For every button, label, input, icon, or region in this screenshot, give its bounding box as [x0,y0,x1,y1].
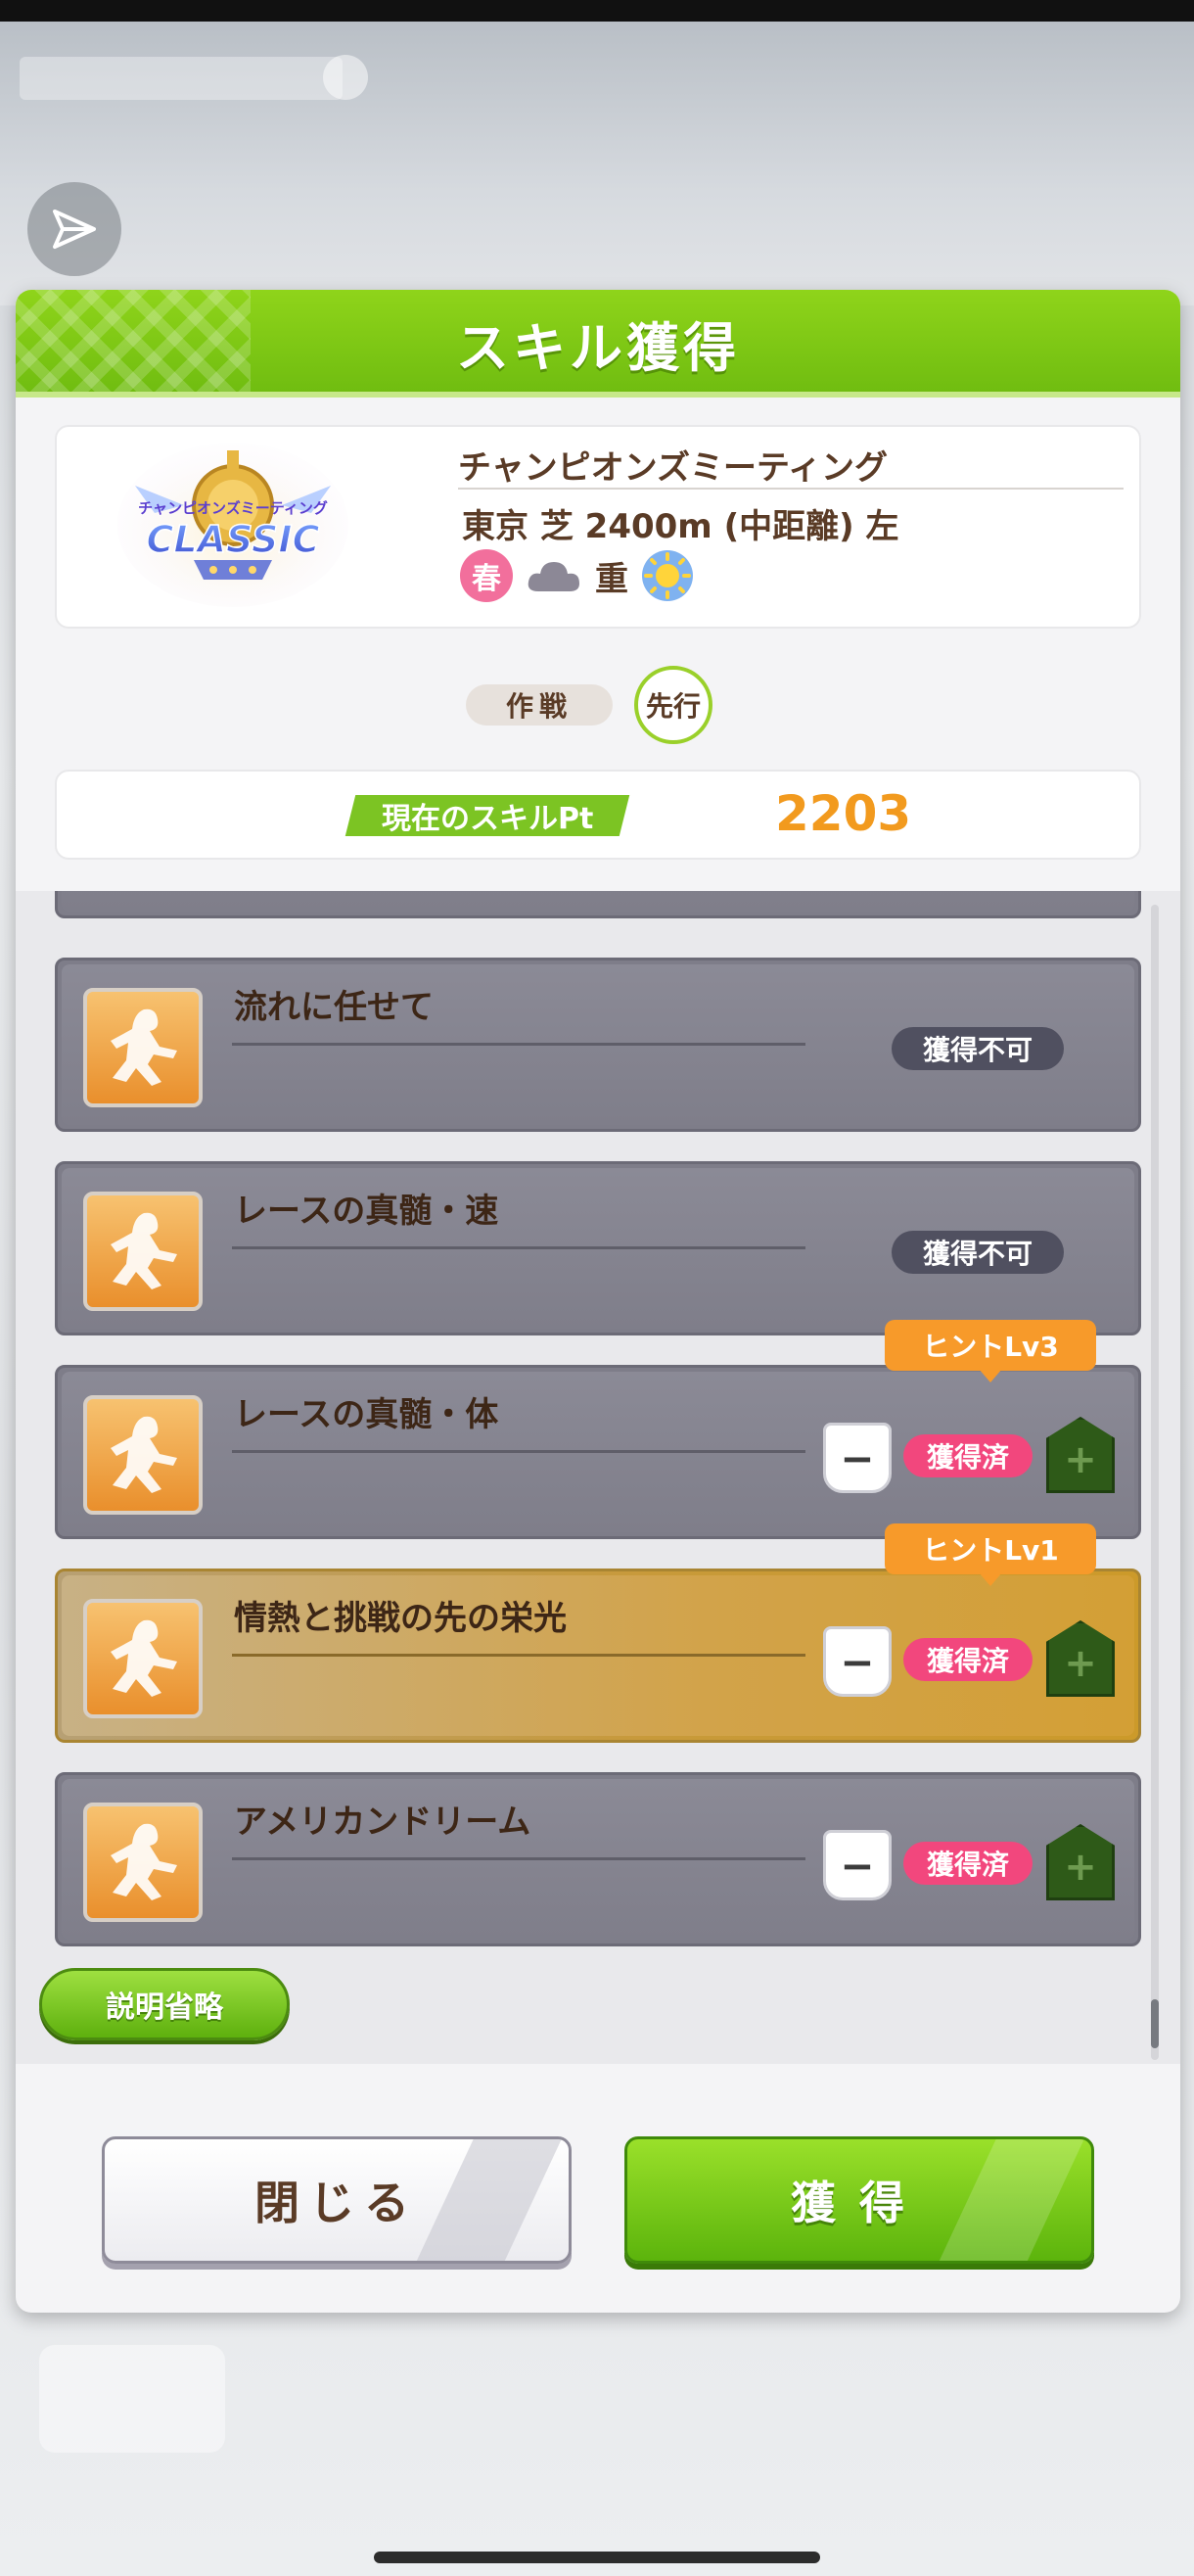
strategy-label: 作戦 [466,684,613,726]
race-course-info: 東京 芝 2400m (中距離) 左 [462,507,899,546]
minus-button[interactable]: − [823,1626,892,1697]
close-button[interactable]: 閉じる [102,2136,572,2264]
skill-points-label: 現在のスキルPt [344,795,630,836]
close-button-label: 閉じる [254,2177,419,2229]
unavailable-badge: 獲得不可 [892,1027,1064,1070]
skill-runner-icon [83,1192,203,1311]
minus-button[interactable]: − [823,1830,892,1900]
background-pill [323,55,368,100]
skill-divider [232,1246,805,1249]
background-scene [0,22,1194,305]
cloud-icon [528,562,579,591]
skill-points-bar: 現在のスキルPt 2203 [55,770,1141,860]
acquired-badge: 獲得済 [903,1638,1033,1681]
race-divider [458,488,1124,490]
race-info-card: チャンピオンズミーティング CLASSIC チャンピオンズミーティング 東京 芝… [55,425,1141,629]
logo-subtitle: チャンピオンズミーティング [138,499,328,517]
hint-badge: ヒントLv3 [885,1320,1096,1382]
strategy-value[interactable]: 先行 [634,666,712,744]
skill-runner-icon [83,1599,203,1718]
omit-description-button[interactable]: 説明省略 [39,1968,290,2040]
skill-row[interactable]: レースの真髄・速 獲得不可 [55,1161,1141,1335]
skill-divider [232,1654,805,1657]
skill-runner-icon [83,988,203,1107]
background-button [39,2345,225,2453]
skill-runner-icon [83,1803,203,1922]
send-icon [53,210,96,249]
skill-name: アメリカンドリーム [234,1803,531,1842]
race-conditions: 春 重 [460,548,695,603]
scrollbar-thumb[interactable] [1151,1999,1159,2048]
hint-badge: ヒントLv1 [885,1523,1096,1586]
skill-name: レースの真髄・速 [234,1192,499,1231]
skill-divider [232,1450,805,1453]
acquire-button-label: 獲得 [791,2177,928,2229]
skill-row[interactable]: 情熱と挑戦の先の栄光 − 獲得済 + [55,1569,1141,1743]
season-badge: 春 [460,549,513,602]
acquire-button[interactable]: 獲得 [624,2136,1094,2264]
button-shine [923,2139,1091,2261]
acquired-badge: 獲得済 [903,1434,1033,1477]
logo-main: CLASSIC [147,518,320,561]
scrollbar-track[interactable] [1151,905,1159,2060]
skill-runner-icon [83,1395,203,1515]
skill-name: 情熱と挑戦の先の栄光 [234,1599,567,1638]
skill-points-value: 2203 [775,785,912,842]
skill-row[interactable]: 流れに任せて 獲得不可 [55,958,1141,1132]
skill-divider [232,1857,805,1860]
sun-icon [642,550,693,601]
header-divider [16,392,1180,398]
champions-meeting-logo: チャンピオンズミーティング CLASSIC [117,443,348,607]
skill-row-partial [55,891,1141,918]
unavailable-badge: 獲得不可 [892,1231,1064,1274]
skill-name: 流れに任せて [234,988,434,1027]
skill-name: レースの真髄・体 [234,1395,499,1434]
race-name: チャンピオンズミーティング [458,448,888,488]
skill-acquire-dialog: スキル獲得 チャンピオンズミーティング CLASSIC チャンピオンズミーティン… [16,290,1180,2313]
status-bar [0,0,1194,22]
header-pattern [16,290,251,396]
skill-divider [232,1043,805,1046]
share-button[interactable] [27,182,121,276]
background-tab [20,57,343,100]
dialog-title: スキル獲得 [456,316,740,379]
minus-button[interactable]: − [823,1423,892,1493]
acquired-badge: 獲得済 [903,1842,1033,1885]
skill-row[interactable]: アメリカンドリーム − 獲得済 + [55,1772,1141,1946]
skill-row[interactable]: レースの真髄・体 − 獲得済 + [55,1365,1141,1539]
skill-list[interactable]: 流れに任せて 獲得不可 レースの真髄・速 獲得不可 レースの真髄・体 − 獲得済… [16,891,1180,2064]
dialog-header: スキル獲得 [16,290,1180,396]
strategy-row: 作戦 先行 [466,666,712,744]
ground-condition: 重 [595,559,628,599]
button-shine [400,2139,569,2261]
home-indicator[interactable] [374,2552,820,2563]
